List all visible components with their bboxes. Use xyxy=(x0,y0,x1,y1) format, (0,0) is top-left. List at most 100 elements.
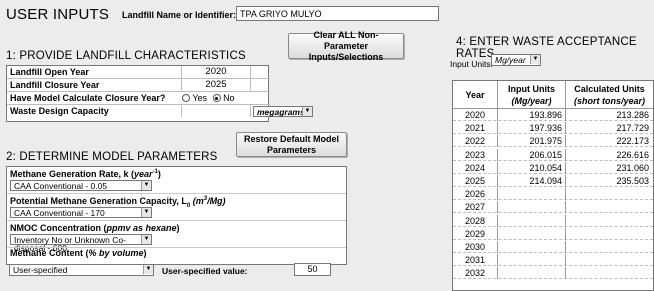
input-cell[interactable] xyxy=(498,227,566,240)
closure-year-input[interactable]: 2025 xyxy=(181,79,251,91)
input-cell[interactable] xyxy=(498,214,566,227)
year-cell: 2032 xyxy=(453,267,498,280)
input-cell[interactable]: 214.094 xyxy=(498,175,566,187)
calc-closure-yes-radio[interactable] xyxy=(182,94,190,102)
chevron-down-icon[interactable]: ▼ xyxy=(530,55,540,64)
user-specified-input[interactable]: 50 xyxy=(294,263,331,276)
calculated-cell xyxy=(566,267,653,279)
methane-content-select[interactable]: User-specified ▼ xyxy=(9,264,154,276)
calc-closure-no-label: No xyxy=(223,93,235,103)
calc-closure-no-radio[interactable] xyxy=(212,94,221,102)
capacity-unit-select[interactable]: megagrams ▼ xyxy=(253,106,313,117)
table-row: 2021 197.936 217.729 xyxy=(453,122,653,135)
chevron-down-icon[interactable]: ▼ xyxy=(141,235,151,244)
year-cell: 2024 xyxy=(453,161,498,174)
open-year-row: Landfill Open Year 2020 xyxy=(7,66,270,79)
year-cell: 2025 xyxy=(453,175,498,187)
year-cell: 2027 xyxy=(453,201,498,214)
input-cell[interactable]: 206.015 xyxy=(498,148,566,161)
input-units-select[interactable]: Mg/year ▼ xyxy=(491,54,541,66)
closure-year-row: Landfill Closure Year 2025 xyxy=(7,79,270,92)
input-cell[interactable] xyxy=(498,241,566,253)
calculated-cell xyxy=(566,201,653,213)
input-cell[interactable]: 210.054 xyxy=(498,161,566,174)
calculated-cell xyxy=(566,228,653,240)
chevron-down-icon[interactable]: ▼ xyxy=(143,265,153,274)
capacity-row: Waste Design Capacity megagrams ▼ xyxy=(7,105,313,118)
k-label: Methane Generation Rate, k (year-1) xyxy=(10,169,161,179)
year-cell: 2022 xyxy=(453,135,498,148)
calculated-cell: 231.060 xyxy=(616,162,649,173)
calculated-cell xyxy=(566,241,653,253)
year-cell: 2021 xyxy=(453,122,498,135)
column-header-input: Input Units (Mg/year) xyxy=(498,81,566,109)
table-row: 2022 201.975 222.173 xyxy=(453,135,653,148)
calc-closure-label: Have Model Calculate Closure Year? xyxy=(10,93,166,103)
table-row: 2030 xyxy=(453,241,653,253)
nmoc-select[interactable]: Inventory No or Unknown Co-disposal - 60… xyxy=(10,234,152,252)
input-cell[interactable]: 193.896 xyxy=(498,109,566,121)
calc-closure-row: Have Model Calculate Closure Year? Yes N… xyxy=(7,92,270,105)
calculated-cell xyxy=(566,188,653,200)
chevron-down-icon[interactable]: ▼ xyxy=(141,208,151,217)
open-year-label: Landfill Open Year xyxy=(10,67,89,77)
calculated-cell: 217.729 xyxy=(616,123,649,134)
methane-content-label: Methane Content (% by volume) xyxy=(10,248,147,258)
input-cell[interactable] xyxy=(498,267,566,280)
l0-select[interactable]: CAA Conventional - 170 ▼ xyxy=(10,207,152,218)
closure-year-label: Landfill Closure Year xyxy=(10,80,100,90)
table-row: 2026 xyxy=(453,188,653,201)
landfill-characteristics-panel: Landfill Open Year 2020 Landfill Closure… xyxy=(6,65,313,122)
table-row: 2031 xyxy=(453,254,653,267)
nmoc-label: NMOC Concentration (ppmv as hexane) xyxy=(10,223,180,233)
table-row: 2020 193.896 213.286 xyxy=(453,109,653,121)
model-parameters-panel: Methane Generation Rate, k (year-1) CAA … xyxy=(6,166,347,265)
k-select[interactable]: CAA Conventional - 0.05 ▼ xyxy=(10,180,152,191)
column-header-calculated: Calculated Units (short tons/year) xyxy=(566,81,653,109)
capacity-input[interactable] xyxy=(181,105,251,117)
input-cell[interactable] xyxy=(498,254,566,267)
input-cell[interactable]: 197.936 xyxy=(498,122,566,135)
column-header-year: Year xyxy=(453,81,498,109)
clear-inputs-button[interactable]: Clear ALL Non-Parameter Inputs/Selection… xyxy=(288,30,404,62)
input-units-label: Input Units: xyxy=(450,59,493,69)
table-row: 2027 xyxy=(453,201,653,214)
calculated-cell: 226.616 xyxy=(616,149,649,160)
section-2-title: 2: DETERMINE MODEL PARAMETERS xyxy=(6,151,218,163)
calculated-cell: 222.173 xyxy=(616,136,649,147)
methane-content-value: User-specified xyxy=(13,265,68,275)
waste-acceptance-table: Year Input Units (Mg/year) Calculated Uni… xyxy=(452,80,654,291)
input-units-value: Mg/year xyxy=(495,55,526,65)
restore-defaults-button[interactable]: Restore Default Model Parameters xyxy=(236,132,347,157)
year-cell: 2031 xyxy=(453,254,498,267)
section-4-title: 4: ENTER WASTE ACCEPTANCE RATES xyxy=(456,36,637,60)
page-title: USER INPUTS xyxy=(6,6,110,23)
year-cell: 2023 xyxy=(453,148,498,161)
k-select-value: CAA Conventional - 0.05 xyxy=(14,181,108,191)
table-row: 2032 xyxy=(453,267,653,280)
year-cell: 2030 xyxy=(453,241,498,253)
capacity-unit-value: megagrams xyxy=(257,107,305,117)
calculated-cell xyxy=(566,215,653,227)
table-row: 2025 214.094 235.503 xyxy=(453,175,653,187)
calculated-cell: 235.503 xyxy=(616,176,649,186)
calculated-cell xyxy=(566,254,653,266)
input-cell[interactable]: 201.975 xyxy=(498,135,566,148)
landfill-name-label: Landfill Name or Identifier: xyxy=(122,10,237,20)
year-cell: 2026 xyxy=(453,188,498,201)
landfill-name-input[interactable]: TPA GRIYO MULYO xyxy=(236,6,439,21)
open-year-input[interactable]: 2020 xyxy=(181,66,251,78)
l0-select-value: CAA Conventional - 170 xyxy=(14,208,105,218)
chevron-down-icon[interactable]: ▼ xyxy=(141,181,151,190)
table-row: 2023 206.015 226.616 xyxy=(453,148,653,161)
calc-closure-yes-label: Yes xyxy=(192,93,208,103)
calculated-cell: 213.286 xyxy=(616,110,649,120)
year-cell: 2020 xyxy=(453,109,498,121)
chevron-down-icon[interactable]: ▼ xyxy=(302,107,312,116)
user-specified-label: User-specified value: xyxy=(162,266,248,276)
section-1-title: 1: PROVIDE LANDFILL CHARACTERISTICS xyxy=(6,50,246,62)
capacity-label: Waste Design Capacity xyxy=(10,106,109,116)
input-cell[interactable] xyxy=(498,201,566,214)
input-cell[interactable] xyxy=(498,188,566,201)
year-cell: 2028 xyxy=(453,214,498,227)
